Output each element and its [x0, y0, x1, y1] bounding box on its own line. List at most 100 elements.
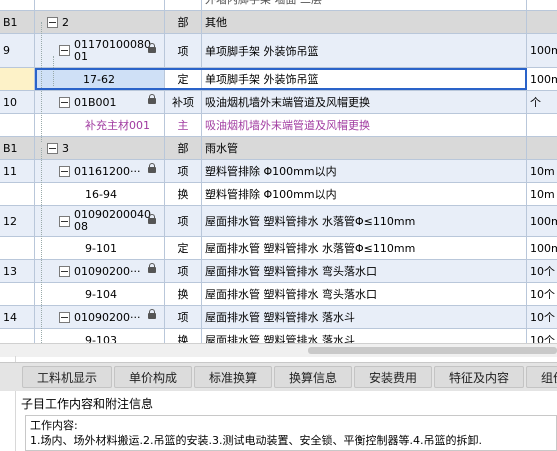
- row-name: 屋面排水管 塑料管排水 水落管Φ≤110mm: [202, 206, 527, 236]
- table-row[interactable]: 11 01161200··· 项 塑料管排除 Φ100mm以内 10m: [0, 160, 557, 183]
- row-number: 11: [0, 160, 35, 182]
- row-number: 9: [0, 34, 35, 67]
- row-name: 其他: [202, 11, 527, 33]
- work-content-label: 工作内容:: [30, 419, 78, 432]
- row-name: 屋面排水管 塑料管排水 弯头落水口: [202, 260, 527, 282]
- table-row[interactable]: B1 3 部 雨水管: [0, 137, 557, 160]
- row-unit: 10个: [530, 288, 555, 301]
- row-code: 01161200···: [74, 164, 141, 178]
- collapse-icon[interactable]: [59, 96, 70, 108]
- table-row[interactable]: 12 01090200040 08 项 屋面排水管 塑料管排水 水落管Φ≤110m…: [0, 206, 557, 237]
- row-code: 16-94: [35, 183, 165, 205]
- row-category: 主: [165, 114, 202, 136]
- lock-icon: [148, 94, 156, 104]
- row-code: 17-62: [35, 68, 165, 90]
- row-category: 项: [165, 206, 202, 236]
- collapse-icon[interactable]: [59, 265, 70, 277]
- table-row[interactable]: 补充主材001 主 吸油烟机墙外末端管道及风帽更换: [0, 114, 557, 137]
- table-row[interactable]: 9 0117010008001 项 单项脚手架 外装饰吊篮 100m2: [0, 34, 557, 68]
- table-row[interactable]: 9-104 换 屋面排水管 塑料管排水 弯头落水口 10个: [0, 283, 557, 306]
- row-number: 12: [0, 206, 35, 236]
- tab-conversion-info[interactable]: 换算信息: [274, 366, 352, 388]
- collapse-icon[interactable]: [47, 142, 58, 154]
- tab-standard-conversion[interactable]: 标准换算: [194, 366, 272, 388]
- collapse-icon[interactable]: [59, 311, 70, 323]
- row-category: 项: [165, 306, 202, 328]
- row-code: 3: [62, 141, 69, 155]
- row-number: 13: [0, 260, 35, 282]
- row-unit: 10m: [530, 164, 555, 178]
- row-unit: 10个: [530, 334, 555, 343]
- row-name-input[interactable]: 单项脚手架 外装饰吊篮: [202, 68, 527, 90]
- row-unit: 10个: [530, 265, 555, 278]
- table-row[interactable]: 外墙内脚手架 墙面 二层: [0, 0, 557, 11]
- row-code: 01B001: [74, 95, 117, 109]
- lock-icon: [148, 214, 156, 224]
- table-row[interactable]: 9-103 换 屋面排水管 塑料管排水 落水斗 10个: [0, 329, 557, 343]
- table-row[interactable]: B1 2 部 其他: [0, 11, 557, 34]
- tree-guide: [53, 56, 54, 86]
- row-category: 项: [165, 34, 202, 67]
- row-number: 14: [0, 306, 35, 328]
- row-category: 部: [165, 137, 202, 159]
- row-number: [0, 114, 35, 136]
- collapse-icon[interactable]: [59, 45, 70, 56]
- collapse-icon[interactable]: [59, 215, 70, 227]
- tab-features-content[interactable]: 特征及内容: [434, 366, 524, 388]
- row-name: 屋面排水管 塑料管排水 水落管Φ≤110mm: [202, 237, 527, 259]
- collapse-icon[interactable]: [47, 16, 58, 28]
- table-row[interactable]: 13 01090200··· 项 屋面排水管 塑料管排水 弯头落水口 10个: [0, 260, 557, 283]
- tab-pricing[interactable]: 组价: [526, 366, 557, 388]
- table-row[interactable]: 10 01B001 补项 吸油烟机墙外末端管道及风帽更换 个: [0, 91, 557, 114]
- tab-unit-price[interactable]: 单价构成: [114, 366, 192, 388]
- row-code: 01090200···: [74, 264, 141, 278]
- row-number: [0, 329, 35, 343]
- row-code: 9-101: [35, 237, 165, 259]
- row-unit: 100m2: [530, 72, 557, 86]
- row-code: 9-104: [35, 283, 165, 305]
- row-name: 吸油烟机墙外末端管道及风帽更换: [202, 91, 527, 113]
- row-unit: 100m: [530, 241, 557, 255]
- row-category: 换: [165, 329, 202, 343]
- row-unit: 10m: [530, 187, 555, 201]
- row-number: 10: [0, 91, 35, 113]
- table-row[interactable]: 14 01090200··· 项 屋面排水管 塑料管排水 落水斗 10个: [0, 306, 557, 329]
- quota-grid[interactable]: 外墙内脚手架 墙面 二层 B1 2 部 其他 9 0117010008001 项…: [0, 0, 557, 343]
- work-content-box[interactable]: 工作内容: 1.场内、场外材料搬运.2.吊篮的安装.3.测试电动装置、安全锁、平…: [25, 415, 557, 451]
- row-category: 定: [165, 237, 202, 259]
- horizontal-scrollbar[interactable]: [0, 343, 557, 357]
- work-content-text: 1.场内、场外材料搬运.2.吊篮的安装.3.测试电动装置、安全锁、平衡控制器等.…: [30, 434, 482, 447]
- table-row[interactable]: 9-101 定 屋面排水管 塑料管排水 水落管Φ≤110mm 100m: [0, 237, 557, 260]
- tab-install-cost[interactable]: 安装费用: [354, 366, 432, 388]
- row-code: 2: [62, 15, 69, 29]
- lock-icon: [148, 263, 156, 273]
- tree-guide: [41, 148, 42, 343]
- table-row-selected[interactable]: 17-62 定 单项脚手架 外装饰吊篮 100m2: [0, 68, 557, 91]
- row-number: B1: [0, 11, 35, 33]
- row-name: 塑料管排除 Φ100mm以内: [202, 183, 527, 205]
- panel-title: 子目工作内容和附注信息: [21, 397, 154, 411]
- row-name: 吸油烟机墙外末端管道及风帽更换: [202, 114, 527, 136]
- row-unit: 10个: [530, 311, 555, 324]
- row-name: 雨水管: [202, 137, 527, 159]
- row-code-cont: 08: [74, 220, 88, 233]
- scrollbar-thumb[interactable]: [308, 347, 557, 354]
- collapse-icon[interactable]: [59, 165, 70, 177]
- table-row[interactable]: 16-94 换 塑料管排除 Φ100mm以内 10m: [0, 183, 557, 206]
- row-name: 外墙内脚手架 墙面 二层: [202, 0, 527, 10]
- row-name: 单项脚手架 外装饰吊篮: [202, 34, 527, 67]
- row-category: 部: [165, 11, 202, 33]
- row-code: 补充主材001: [35, 114, 165, 136]
- row-category: 换: [165, 283, 202, 305]
- row-name: 塑料管排除 Φ100mm以内: [202, 160, 527, 182]
- tab-material-display[interactable]: 工料机显示: [22, 366, 112, 388]
- row-category: 项: [165, 160, 202, 182]
- row-number: B1: [0, 137, 35, 159]
- lock-icon: [148, 309, 156, 319]
- row-category: 换: [165, 183, 202, 205]
- row-unit: 100m2: [530, 44, 557, 57]
- detail-tabs: 工料机显示 单价构成 标准换算 换算信息 安装费用 特征及内容 组价: [0, 362, 557, 391]
- row-number: [0, 68, 35, 90]
- row-number: [0, 237, 35, 259]
- row-name: 屋面排水管 塑料管排水 落水斗: [202, 306, 527, 328]
